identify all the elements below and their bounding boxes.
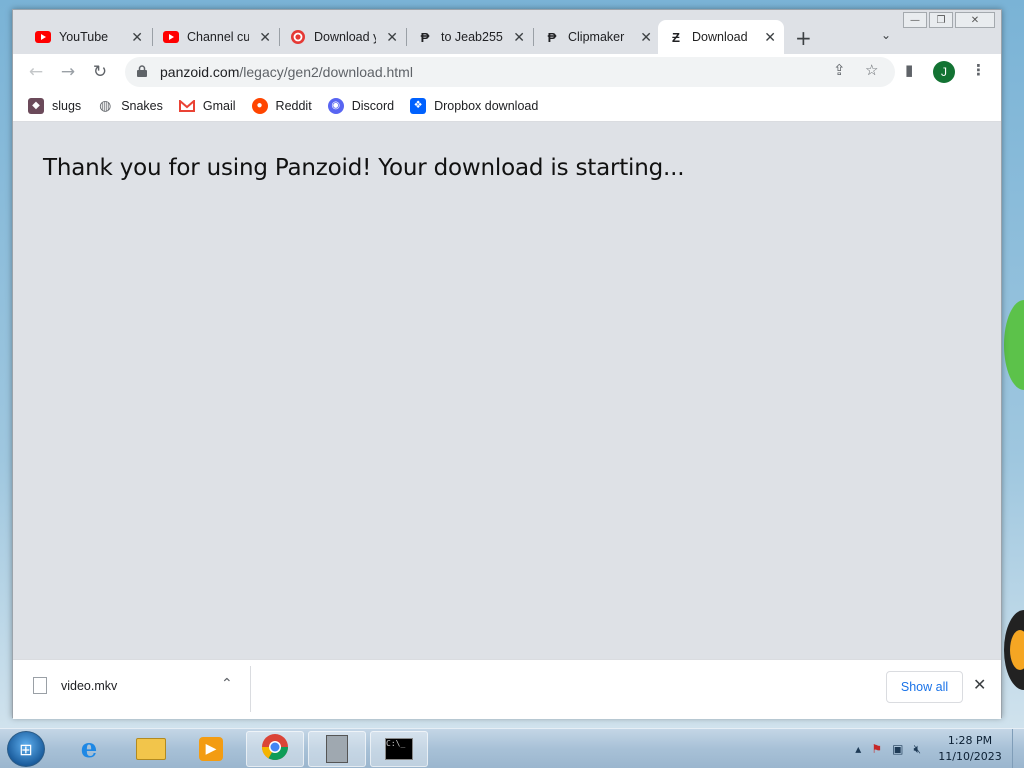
download-filename: video.mkv (61, 678, 118, 693)
wallpaper-green-shape (1004, 300, 1024, 390)
page-content: Thank you for using Panzoid! Your downlo… (13, 122, 1001, 659)
youtube-icon (163, 29, 179, 45)
tab-download-active[interactable]: Ƶ Download ✕ (658, 20, 784, 54)
bookmark-star-icon[interactable]: ☆ (865, 61, 878, 79)
restore-button[interactable]: ❐ (929, 12, 953, 28)
bookmark-slugs[interactable]: ◆ slugs (28, 97, 82, 114)
tab-channel[interactable]: Channel cus ✕ (153, 20, 279, 54)
close-window-button[interactable]: ✕ (955, 12, 995, 28)
clock-time: 1:28 PM (947, 734, 993, 747)
folder-icon (136, 738, 166, 760)
tab-title: Download (692, 30, 748, 44)
side-panel-icon[interactable]: ▮ (905, 61, 913, 79)
panzoid-icon: Ƶ (672, 29, 680, 45)
taskbar-media-player[interactable]: ▶ (182, 731, 240, 767)
globe-icon: ◍ (99, 97, 112, 113)
bookmarks-bar: ◆ slugs ◍ Snakes Gmail ● Reddit ◉ Discor… (13, 90, 1001, 122)
server-icon (326, 735, 348, 763)
youtube-icon (35, 29, 51, 45)
tab-title: Channel cus (187, 30, 249, 44)
network-icon[interactable]: ▣ (892, 742, 903, 756)
bookmark-label: Reddit (275, 98, 312, 113)
clock-date: 11/10/2023 (938, 750, 1002, 763)
close-download-bar-icon[interactable]: ✕ (973, 675, 986, 694)
bookmark-snakes[interactable]: ◍ Snakes (97, 97, 163, 114)
download-item[interactable]: video.mkv (33, 677, 117, 694)
tab-close-icon[interactable]: ✕ (386, 29, 398, 46)
panzoid-icon: ₱ (547, 29, 557, 45)
bookmark-label: Gmail (202, 98, 236, 113)
bookmark-discord[interactable]: ◉ Discord (327, 97, 395, 114)
tab-close-icon[interactable]: ✕ (764, 29, 776, 46)
tab-title: Download y (314, 30, 376, 44)
lock-icon (137, 64, 151, 80)
reload-button[interactable]: ↻ (89, 61, 111, 83)
minimize-button[interactable]: — (903, 12, 927, 28)
address-bar[interactable]: panzoid.com/legacy/gen2/download.html (125, 57, 895, 87)
tab-jeab[interactable]: ₱ to Jeab255 ✕ (407, 20, 533, 54)
forward-button[interactable]: → (57, 61, 79, 83)
bookmark-reddit[interactable]: ● Reddit (251, 97, 312, 114)
tab-close-icon[interactable]: ✕ (131, 29, 143, 46)
tab-download-y[interactable]: Download y ✕ (280, 20, 406, 54)
url-path: /legacy/gen2/download.html (239, 64, 413, 80)
taskbar-ie[interactable]: e (60, 731, 118, 767)
action-center-icon[interactable]: ⚑ (871, 742, 882, 756)
url-host: panzoid.com (160, 64, 240, 80)
taskbar-app[interactable] (308, 731, 366, 767)
system-tray: ▴ ⚑ ▣ 🔇︎ 1:28 PM 11/10/2023 (850, 729, 1024, 768)
tab-close-icon[interactable]: ✕ (259, 29, 271, 46)
new-tab-button[interactable]: + (795, 26, 812, 50)
download-divider (250, 666, 251, 712)
taskbar-cmd[interactable]: C:\_ (370, 731, 428, 767)
tab-clipmaker[interactable]: ₱ Clipmaker ✕ (534, 20, 660, 54)
bookmark-label: Snakes (121, 98, 163, 113)
tab-youtube[interactable]: YouTube ✕ (25, 20, 151, 54)
slugs-icon: ◆ (28, 97, 44, 114)
tab-close-icon[interactable]: ✕ (513, 29, 525, 46)
system-clock[interactable]: 1:28 PM 11/10/2023 (934, 733, 1006, 765)
bookmark-gmail[interactable]: Gmail (178, 98, 236, 114)
tab-title: YouTube (59, 30, 109, 44)
share-icon[interactable]: ⇪ (833, 61, 846, 79)
dropbox-icon: ❖ (410, 97, 427, 114)
tab-search-button[interactable]: ⌄ (881, 28, 891, 42)
browser-window: — ❐ ✕ YouTube ✕ Channel cus ✕ Download y (12, 9, 1002, 719)
download-bar: video.mkv ⌃ Show all ✕ (13, 659, 1001, 719)
media-player-icon: ▶ (199, 737, 223, 761)
chevron-up-icon[interactable]: ⌃ (221, 676, 233, 692)
command-prompt-icon: C:\_ (385, 738, 413, 760)
tab-strip: — ❐ ✕ YouTube ✕ Channel cus ✕ Download y (13, 10, 1001, 54)
download-site-icon (290, 29, 306, 45)
tab-title: Clipmaker (568, 30, 625, 44)
taskbar: ⊞ e ▶ C:\_ ▴ ⚑ ▣ 🔇︎ 1:28 PM 11/10/2023 (0, 728, 1024, 768)
taskbar-explorer[interactable] (122, 731, 180, 767)
discord-icon: ◉ (327, 97, 344, 114)
bookmark-dropbox[interactable]: ❖ Dropbox download (410, 97, 539, 114)
profile-avatar[interactable]: J (933, 61, 955, 83)
show-desktop-button[interactable] (1012, 729, 1024, 768)
window-controls: — ❐ ✕ (903, 12, 995, 28)
volume-muted-icon[interactable]: 🔇︎ (913, 742, 921, 757)
bookmark-label: Discord (351, 98, 395, 113)
page-headline: Thank you for using Panzoid! Your downlo… (43, 155, 685, 181)
menu-kebab-icon[interactable]: ⋮ (971, 61, 986, 79)
back-button[interactable]: ← (25, 61, 47, 83)
reddit-icon: ● (251, 97, 268, 114)
show-all-button[interactable]: Show all (886, 671, 963, 703)
internet-explorer-icon: e (80, 734, 98, 764)
bookmark-label: Dropbox download (434, 98, 539, 113)
tab-title: to Jeab255 (441, 30, 503, 44)
tray-expand-icon[interactable]: ▴ (855, 742, 861, 756)
gmail-icon (178, 98, 195, 114)
browser-toolbar: ← → ↻ panzoid.com/legacy/gen2/download.h… (13, 54, 1001, 90)
bookmark-label: slugs (52, 98, 82, 113)
wallpaper-orange-shape (1010, 630, 1024, 670)
file-icon (33, 677, 47, 694)
panzoid-icon: ₱ (420, 29, 430, 45)
start-button[interactable]: ⊞ (7, 731, 45, 767)
tab-close-icon[interactable]: ✕ (640, 29, 652, 46)
chrome-icon (261, 733, 289, 765)
taskbar-chrome[interactable] (246, 731, 304, 767)
